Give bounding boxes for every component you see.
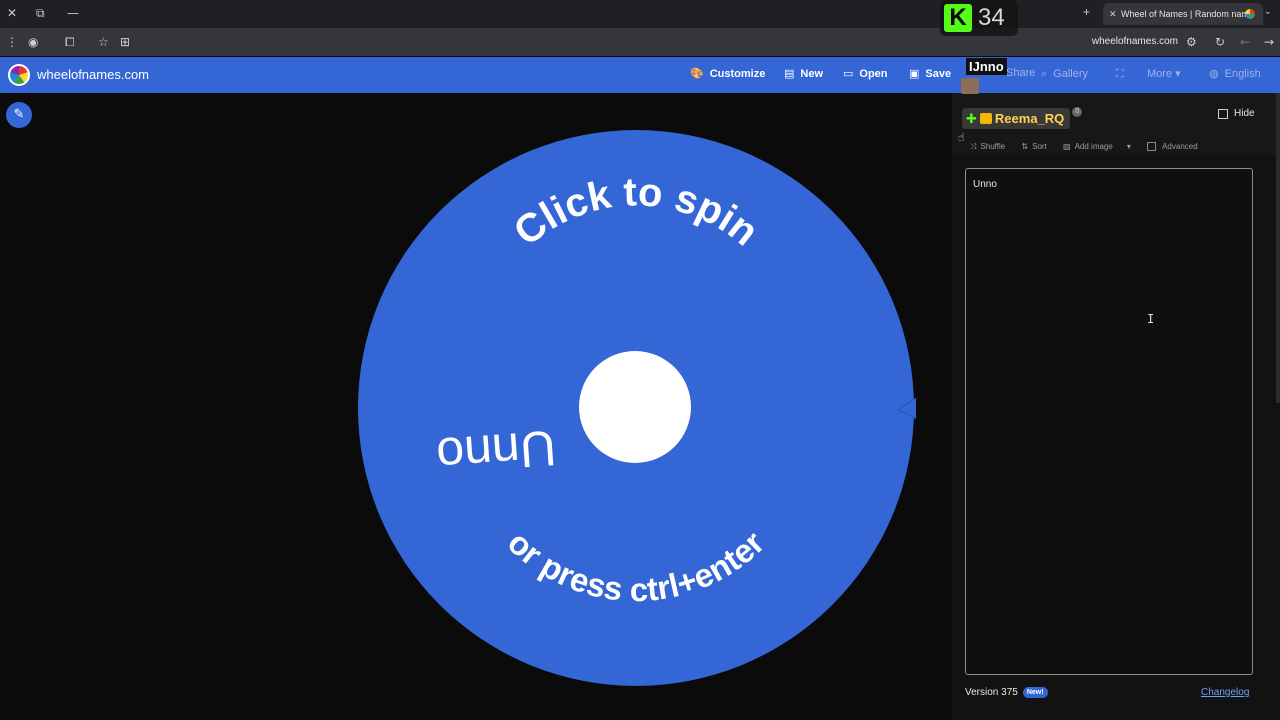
text-cursor-icon: I — [1147, 312, 1155, 326]
reload-icon[interactable]: ↻ — [1215, 35, 1225, 49]
kick-viewer-overlay: K 34 — [940, 0, 1018, 36]
more-label: More — [1147, 68, 1173, 80]
version-label: Version 375 New! — [965, 687, 1048, 698]
extension-icon[interactable]: ◉ — [28, 35, 38, 49]
hide-label[interactable]: Hide — [1234, 108, 1255, 119]
open-label: Open — [859, 68, 888, 80]
favicon-icon — [1245, 9, 1255, 19]
pencil-icon: ✎ — [13, 107, 25, 122]
folder-icon: ▭ — [843, 67, 854, 80]
add-image-button[interactable]: Add image — [1075, 142, 1113, 151]
fullscreen-button[interactable]: ⛶ — [1116, 67, 1130, 81]
share-button[interactable]: Share — [1006, 67, 1035, 79]
file-icon: ▤ — [784, 67, 795, 80]
minimize-window-icon[interactable]: — — [67, 6, 79, 20]
panel-scrollbar[interactable] — [1276, 93, 1280, 403]
browser-tabstrip: ✕ ⧉ — + ✕ Wheel of Names | Random nam ⌄ — [0, 0, 1280, 28]
viewer-count: 34 — [978, 4, 1005, 31]
site-name[interactable]: wheelofnames.com — [37, 67, 149, 82]
entry-text: Unno — [973, 179, 997, 190]
kick-logo-icon: K — [944, 4, 972, 32]
hand-cursor-icon: ☝ — [958, 131, 965, 144]
menu-dots-icon[interactable]: ⋮ — [6, 35, 18, 49]
gallery-label: Gallery — [1053, 68, 1089, 80]
tab-title: Wheel of Names | Random nam — [1121, 9, 1249, 19]
wheel-center-hub[interactable] — [579, 351, 691, 463]
fullscreen-icon: ⛶ — [1116, 67, 1124, 80]
sort-button[interactable]: Sort — [1032, 142, 1047, 151]
palette-icon: 🎨 — [690, 67, 704, 80]
new-badge: New! — [1022, 687, 1048, 698]
shuffle-icon: ⤨ — [970, 142, 977, 151]
language-button[interactable]: ◍ English — [1209, 67, 1261, 80]
browser-toolbar: ⋮ ◉ ⧠ ☆ ⊞ wheelofnames.com ⚙ ↻ ← → — [0, 28, 1280, 56]
puzzle-icon[interactable]: ⧠ — [65, 35, 75, 50]
back-icon[interactable]: ← — [1240, 35, 1250, 49]
new-tab-icon[interactable]: + — [1083, 5, 1090, 19]
sort-icon: ⇅ — [1021, 142, 1029, 151]
gallery-button[interactable]: ⌕ Gallery — [1041, 67, 1088, 81]
edit-pencil-button[interactable]: ✎ — [6, 102, 32, 128]
chat-username: Reema_RQ — [994, 111, 1065, 126]
wheel-entry-label: Unno — [435, 420, 558, 484]
entries-textarea[interactable]: Unno I — [965, 168, 1253, 675]
entries-panel: Hide ⤨ Shuffle ⇅ Sort ▨ Add image ▾ Advanced… — [952, 93, 1280, 720]
changelog-link[interactable]: Changelog — [1201, 687, 1249, 698]
viewer-name-tag: IJnno — [966, 58, 1007, 75]
share-label: Share — [1006, 67, 1036, 79]
avatar — [961, 78, 979, 94]
globe-icon: ◍ — [1209, 67, 1219, 80]
reading-list-icon[interactable]: ⊞ — [120, 35, 130, 49]
crown-icon — [979, 113, 992, 124]
forward-icon[interactable]: → — [1264, 35, 1274, 49]
image-icon: ▨ — [1063, 142, 1071, 151]
entries-toolbar: ⤨ Shuffle ⇅ Sort ▨ Add image ▾ Advanced — [970, 142, 1212, 152]
chat-user-tag: ✚ Reema_RQ 0 — [962, 107, 1083, 129]
svg-text:Unno: Unno — [435, 420, 558, 484]
save-button[interactable]: ▣ Save — [909, 67, 951, 80]
star-icon[interactable]: ☆ — [98, 35, 109, 49]
open-button[interactable]: ▭ Open — [843, 67, 888, 80]
spin-wheel[interactable]: Click to spin or press ctrl+enter Unno — [356, 128, 916, 688]
save-icon: ▣ — [909, 67, 920, 80]
version-text: Version 375 — [965, 687, 1018, 698]
shuffle-button[interactable]: Shuffle — [980, 142, 1005, 151]
wheel-logo-icon[interactable] — [8, 64, 30, 86]
restore-window-icon[interactable]: ⧉ — [36, 6, 45, 21]
language-label: English — [1224, 68, 1261, 80]
advanced-checkbox[interactable] — [1147, 142, 1157, 152]
advanced-label[interactable]: Advanced — [1162, 142, 1198, 151]
site-settings-icon[interactable]: ⚙ — [1186, 35, 1197, 49]
address-bar-url[interactable]: wheelofnames.com — [1092, 36, 1178, 47]
hide-checkbox[interactable] — [1218, 109, 1228, 119]
close-window-icon[interactable]: ✕ — [7, 6, 17, 20]
tab-search-chevron-icon[interactable]: ⌄ — [1264, 6, 1272, 17]
new-button[interactable]: ▤ New — [784, 67, 823, 80]
browser-tab-wheel-of-names[interactable]: ✕ Wheel of Names | Random nam — [1103, 3, 1263, 25]
app-header: wheelofnames.com 🎨 Customize ▤ New ▭ Open ▣… — [0, 57, 1280, 93]
search-icon: ⌕ — [1041, 67, 1048, 80]
close-tab-icon[interactable]: ✕ — [1109, 3, 1117, 25]
new-label: New — [800, 68, 824, 80]
plus-icon: ✚ — [966, 112, 977, 127]
customize-label: Customize — [709, 68, 766, 80]
add-image-chevron-icon[interactable]: ▾ — [1127, 142, 1131, 151]
save-label: Save — [925, 68, 952, 80]
more-button[interactable]: More ▾ — [1147, 67, 1181, 80]
customize-button[interactable]: 🎨 Customize — [690, 67, 765, 80]
